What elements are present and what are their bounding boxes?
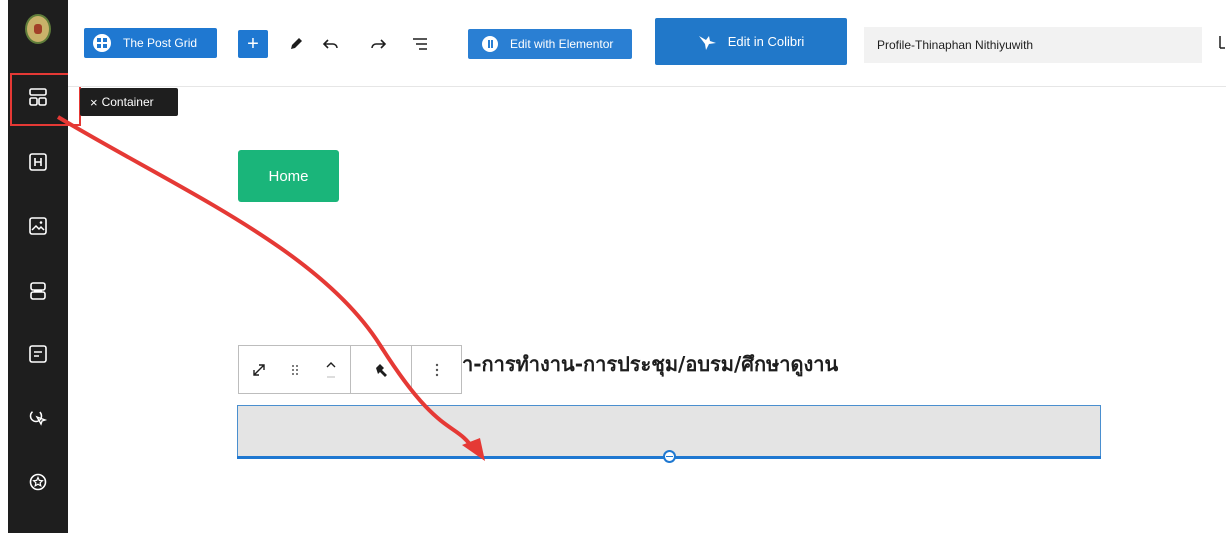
block-transform-button[interactable] xyxy=(351,346,412,393)
hammer-icon xyxy=(376,363,387,377)
undo-button[interactable] xyxy=(318,30,344,58)
pencil-icon xyxy=(291,38,302,49)
rows-block-icon[interactable] xyxy=(8,271,68,311)
list-view-icon xyxy=(413,38,427,50)
edit-in-colibri-button[interactable]: Edit in Colibri xyxy=(655,18,847,65)
container-tooltip: × Container xyxy=(80,88,178,116)
colibri-bird-icon xyxy=(698,35,716,50)
block-options-button[interactable] xyxy=(412,346,461,393)
page-heading[interactable]: า-การทำงาน-การประชุม/อบรม/ศึกษาดูงาน xyxy=(462,348,838,380)
post-grid-label: The Post Grid xyxy=(123,36,198,50)
tooltip-label: Container xyxy=(101,95,154,109)
form-block-icon[interactable] xyxy=(8,334,68,374)
edit-with-elementor-label: Edit with Elementor xyxy=(510,37,614,51)
document-title-bar[interactable]: Profile-Thinaphan Nithiyuwith xyxy=(864,27,1202,63)
redo-icon xyxy=(371,39,387,49)
drag-handle-icon[interactable] xyxy=(290,363,300,377)
add-block-button[interactable]: + xyxy=(238,30,268,58)
block-toolbar xyxy=(238,345,462,394)
grid-icon xyxy=(93,34,111,52)
block-toolbar-move-group xyxy=(239,346,351,393)
pencil-tool-button[interactable] xyxy=(283,30,309,58)
edit-with-elementor-button[interactable]: Edit with Elementor xyxy=(468,29,632,59)
more-vertical-icon xyxy=(435,363,438,376)
elementor-icon xyxy=(482,36,498,52)
resize-handle-icon[interactable] xyxy=(663,450,676,463)
plus-icon: + xyxy=(247,32,259,55)
post-grid-button[interactable]: The Post Grid xyxy=(84,28,217,58)
document-overview-button[interactable] xyxy=(407,30,433,58)
site-logo[interactable] xyxy=(25,14,51,44)
document-title: Profile-Thinaphan Nithiyuwith xyxy=(877,38,1034,52)
image-block-icon[interactable] xyxy=(8,206,68,246)
home-button-label: Home xyxy=(268,167,309,185)
expand-icon[interactable] xyxy=(251,362,267,378)
home-button[interactable]: Home xyxy=(238,150,339,202)
keyboard-shortcut-icon[interactable] xyxy=(1218,35,1226,52)
click-icon[interactable] xyxy=(8,398,68,438)
undo-icon xyxy=(322,39,338,49)
edit-in-colibri-label: Edit in Colibri xyxy=(727,34,805,49)
close-icon: × xyxy=(90,94,98,110)
heading-block-icon[interactable] xyxy=(8,142,68,182)
star-badge-icon[interactable] xyxy=(8,462,68,502)
chevron-up-icon[interactable] xyxy=(324,359,338,381)
redo-button[interactable] xyxy=(365,30,391,58)
